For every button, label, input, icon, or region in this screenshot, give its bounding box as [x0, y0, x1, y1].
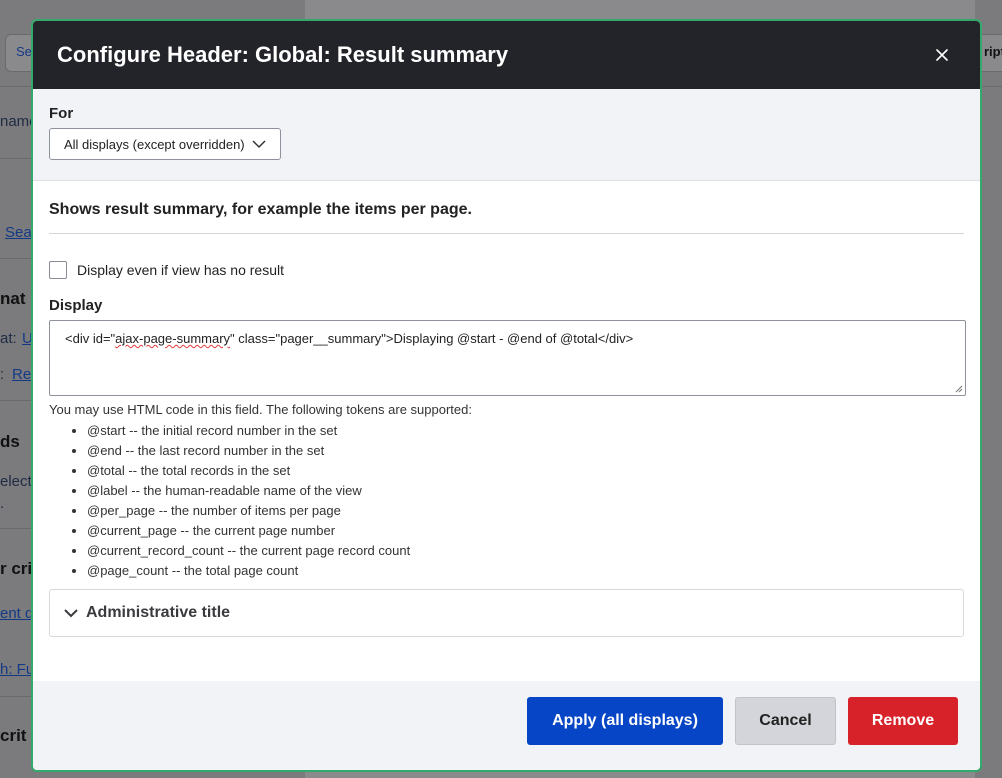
remove-button[interactable]: Remove	[848, 697, 958, 745]
token-item: @label -- the human-readable name of the…	[87, 481, 964, 501]
close-icon	[936, 49, 948, 61]
display-even-if-empty-checkbox[interactable]	[49, 261, 67, 279]
token-item: @current_record_count -- the current pag…	[87, 541, 964, 561]
spellcheck-underlined-text: ajax-page-summary	[115, 331, 231, 346]
background-heading: nat	[0, 289, 26, 308]
apply-button[interactable]: Apply (all displays)	[527, 697, 723, 745]
for-section: For All displays (except overridden)	[33, 89, 980, 181]
for-select[interactable]: All displays (except overridden)	[49, 128, 281, 160]
background-text: elect	[0, 473, 32, 490]
administrative-title-details[interactable]: Administrative title	[49, 589, 964, 637]
token-item: @page_count -- the total page count	[87, 561, 964, 581]
configure-header-dialog: Configure Header: Global: Result summary…	[31, 19, 982, 772]
token-item: @end -- the last record number in the se…	[87, 441, 964, 461]
empty-result-option: Display even if view has no result	[49, 261, 964, 279]
help-text: You may use HTML code in this field. The…	[49, 402, 472, 417]
background-text: :	[0, 366, 5, 383]
dialog-footer: Apply (all displays) Cancel Remove	[33, 681, 980, 770]
token-item: @per_page -- the number of items per pag…	[87, 501, 964, 521]
background-text: .	[0, 495, 5, 512]
display-value-part: " class="pager__summary">Displaying @sta…	[230, 331, 634, 346]
checkbox-label[interactable]: Display even if view has no result	[77, 262, 284, 278]
chevron-down-icon	[64, 609, 78, 618]
details-summary: Administrative title	[86, 604, 231, 621]
background-link: h: Fu	[0, 661, 35, 678]
background-heading: ds	[0, 432, 20, 451]
token-list: @start -- the initial record number in t…	[49, 421, 964, 581]
token-item: @start -- the initial record number in t…	[87, 421, 964, 441]
display-label: Display	[49, 297, 103, 314]
background-link: ent d	[0, 605, 34, 622]
background-search-button-label: Se	[16, 44, 32, 59]
cancel-button[interactable]: Cancel	[735, 697, 836, 745]
dialog-body: Shows result summary, for example the it…	[33, 181, 980, 637]
for-select-value: All displays (except overridden)	[64, 136, 245, 152]
background-link: Re	[12, 366, 32, 383]
background-right-button-label: ript	[984, 44, 1002, 59]
background-text: at:	[0, 330, 17, 347]
display-value-part: <div id="	[65, 331, 116, 346]
token-item: @current_page -- the current page number	[87, 521, 964, 541]
background-heading: crit	[0, 726, 27, 745]
display-textarea[interactable]: <div id="ajax-page-summary" class="pager…	[49, 320, 966, 396]
close-button[interactable]	[932, 45, 952, 65]
chevron-down-icon	[252, 140, 266, 149]
for-label: For	[49, 105, 74, 122]
dialog-header: Configure Header: Global: Result summary	[33, 21, 980, 89]
background-link: Sea	[5, 224, 32, 241]
token-item: @total -- the total records in the set	[87, 461, 964, 481]
handler-description: Shows result summary, for example the it…	[49, 201, 964, 234]
dialog-title: Configure Header: Global: Result summary	[57, 42, 509, 67]
resize-handle-icon[interactable]	[953, 383, 963, 393]
